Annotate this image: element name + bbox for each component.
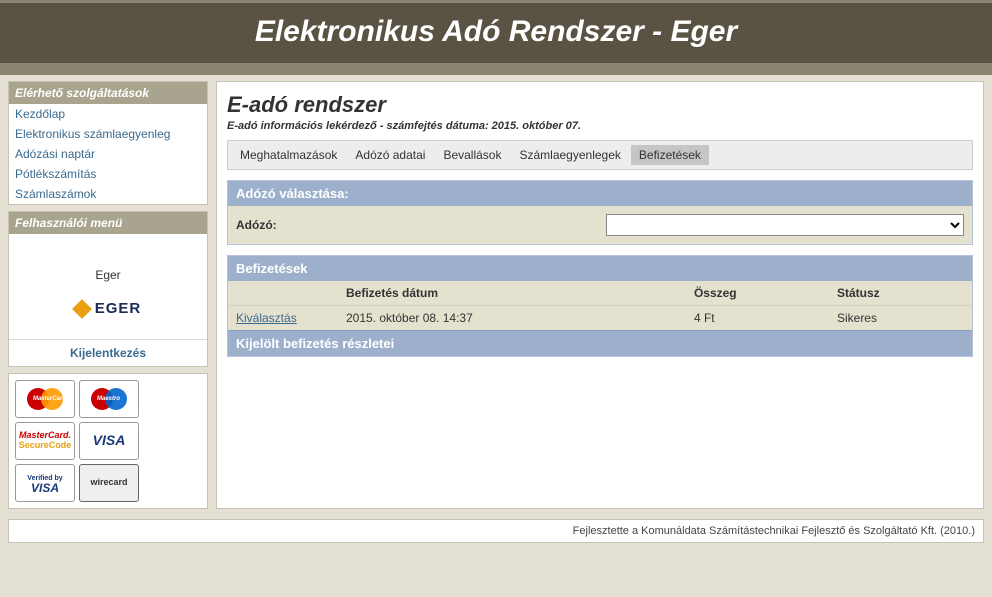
sidebar-item-potlekszamitas[interactable]: Pótlékszámítás <box>9 164 207 184</box>
payment-cards: MasterCard Maestro MasterCard.SecureCode… <box>8 373 208 509</box>
user-city: Eger <box>15 240 201 290</box>
payments-panel: Befizetések Befizetés dátum Összeg Státu… <box>227 255 973 357</box>
page-subtitle: E-adó információs lekérdező - számfejtés… <box>227 118 973 140</box>
table-row: Kiválasztás 2015. október 08. 14:37 4 Ft… <box>228 306 972 331</box>
cell-amount: 4 Ft <box>686 306 829 331</box>
details-panel-title: Kijelölt befizetés részletei <box>228 330 972 356</box>
footer: Fejlesztette a Komunáldata Számítástechn… <box>8 519 984 543</box>
payments-table: Befizetés dátum Összeg Státusz Kiválaszt… <box>228 281 972 330</box>
sidebar-item-szamlaszamok[interactable]: Számlaszámok <box>9 184 207 204</box>
site-title: Elektronikus Adó Rendszer - Eger <box>0 15 992 49</box>
adozo-label: Adózó: <box>236 218 596 232</box>
tab-adozo-adatai[interactable]: Adózó adatai <box>347 145 433 165</box>
usermenu-title: Felhasználói menü <box>9 212 207 234</box>
eger-logo: EGER <box>75 290 142 333</box>
payments-panel-title: Befizetések <box>228 256 972 281</box>
footer-text: Fejlesztette a Komunáldata Számítástechn… <box>573 525 975 537</box>
mastercard-icon: MasterCard <box>15 380 75 418</box>
selector-panel-title: Adózó választása: <box>228 181 972 206</box>
wirecard-icon: wirecard <box>79 464 139 502</box>
cell-status: Sikeres <box>829 306 972 331</box>
services-title: Elérhető szolgáltatások <box>9 82 207 104</box>
tab-befizetesek[interactable]: Befizetések <box>631 145 709 165</box>
col-date: Befizetés dátum <box>338 281 686 306</box>
tab-bevallasok[interactable]: Bevallások <box>435 145 509 165</box>
sidebar: Elérhető szolgáltatások Kezdőlap Elektro… <box>8 81 208 509</box>
select-row-link[interactable]: Kiválasztás <box>236 311 297 325</box>
cell-date: 2015. október 08. 14:37 <box>338 306 686 331</box>
header: Elektronikus Adó Rendszer - Eger <box>0 0 992 75</box>
services-box: Elérhető szolgáltatások Kezdőlap Elektro… <box>8 81 208 205</box>
main-content: E-adó rendszer E-adó információs lekérde… <box>216 81 984 509</box>
visa-icon: VISA <box>79 422 139 460</box>
diamond-icon <box>72 299 92 319</box>
tab-szamlaegyenlegek[interactable]: Számlaegyenlegek <box>511 145 628 165</box>
eger-logo-text: EGER <box>95 300 142 317</box>
maestro-icon: Maestro <box>79 380 139 418</box>
col-status: Státusz <box>829 281 972 306</box>
securecode-icon: MasterCard.SecureCode <box>15 422 75 460</box>
selector-panel: Adózó választása: Adózó: <box>227 180 973 245</box>
logout-link[interactable]: Kijelentkezés <box>9 339 207 366</box>
sidebar-item-szamlaegyenleg[interactable]: Elektronikus számlaegyenleg <box>9 124 207 144</box>
page-title: E-adó rendszer <box>227 88 973 118</box>
adozo-select[interactable] <box>606 214 964 236</box>
usermenu-box: Felhasználói menü Eger EGER Kijelentkezé… <box>8 211 208 367</box>
sidebar-item-kezdolap[interactable]: Kezdőlap <box>9 104 207 124</box>
sidebar-item-adozasi-naptar[interactable]: Adózási naptár <box>9 144 207 164</box>
tab-meghatalmazasok[interactable]: Meghatalmazások <box>232 145 345 165</box>
tab-bar: Meghatalmazások Adózó adatai Bevallások … <box>227 140 973 170</box>
col-select <box>228 281 338 306</box>
col-amount: Összeg <box>686 281 829 306</box>
verified-by-visa-icon: Verified byVISA <box>15 464 75 502</box>
